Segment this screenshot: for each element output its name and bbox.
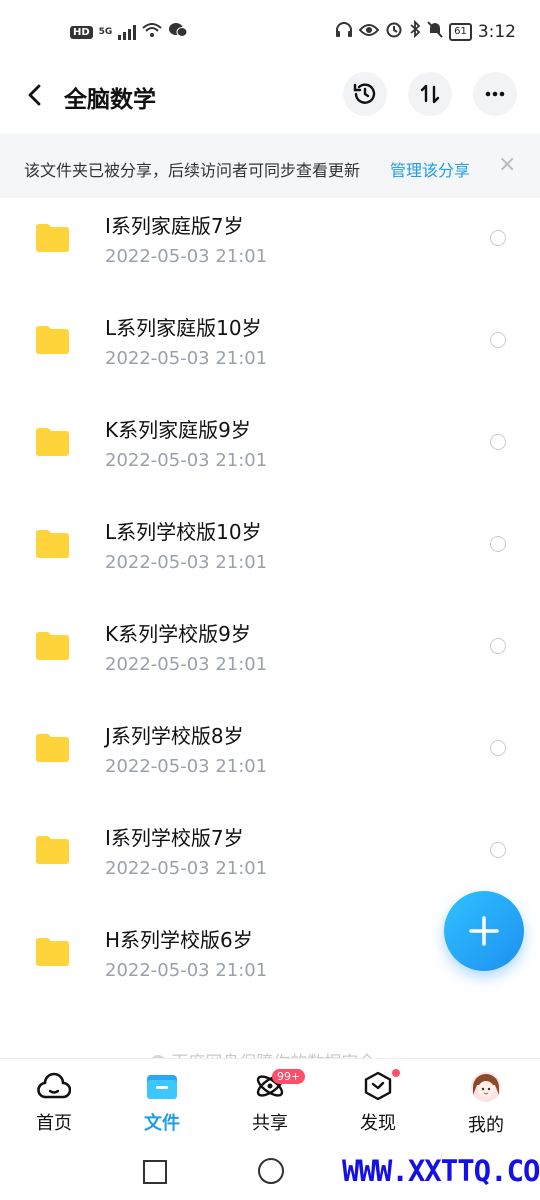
plus-icon <box>469 916 499 946</box>
file-name: J系列学校版8岁 <box>105 724 244 748</box>
tab-files[interactable]: 文件 <box>122 1071 202 1149</box>
wifi-icon <box>142 22 162 42</box>
select-checkbox[interactable] <box>490 842 506 858</box>
share-banner-text: 该文件夹已被分享，后续访问者可同步查看更新 <box>24 161 361 180</box>
notification-dot <box>392 1069 400 1077</box>
eye-icon <box>358 22 380 42</box>
system-nav-bar: WWW.XXTTQ.COM <box>0 1148 540 1200</box>
battery-icon: 61 <box>449 22 472 41</box>
file-date: 2022-05-03 21:01 <box>105 450 268 471</box>
file-name: I系列家庭版7岁 <box>105 214 244 238</box>
select-checkbox[interactable] <box>490 434 506 450</box>
file-date: 2022-05-03 21:01 <box>105 654 268 675</box>
file-name: H系列学校版6岁 <box>105 928 253 952</box>
list-item[interactable]: K系列家庭版9岁 2022-05-03 21:01 <box>0 402 540 504</box>
list-item[interactable]: I系列家庭版7岁 2022-05-03 21:01 <box>0 198 540 300</box>
tab-share[interactable]: 99+ 共享 <box>230 1069 310 1149</box>
file-date: 2022-05-03 21:01 <box>105 552 268 573</box>
file-date: 2022-05-03 21:01 <box>105 858 268 879</box>
list-item[interactable]: I系列学校版7岁 2022-05-03 21:01 <box>0 810 540 912</box>
folder-icon <box>36 428 69 456</box>
folder-icon <box>36 530 69 558</box>
tab-share-label: 共享 <box>252 1113 288 1134</box>
signal-icon <box>118 24 137 40</box>
file-name: K系列学校版9岁 <box>105 622 251 646</box>
hd-icon: HD <box>70 25 93 39</box>
history-icon <box>353 83 376 104</box>
select-checkbox[interactable] <box>490 638 506 654</box>
file-name: L系列学校版10岁 <box>105 520 262 544</box>
manage-share-link[interactable]: 管理该分享 <box>390 157 470 181</box>
status-bar: HD 5G 61 3:12 <box>0 0 540 64</box>
tab-home[interactable]: 首页 <box>14 1071 94 1149</box>
tab-me[interactable]: 我的 <box>446 1071 526 1149</box>
tab-files-label: 文件 <box>144 1113 180 1134</box>
tab-home-label: 首页 <box>36 1113 72 1134</box>
watermark-text: WWW.XXTTQ.COM <box>342 1154 540 1188</box>
folder-icon <box>36 836 69 864</box>
list-item[interactable]: K系列学校版9岁 2022-05-03 21:01 <box>0 606 540 708</box>
file-date: 2022-05-03 21:01 <box>105 960 268 981</box>
select-checkbox[interactable] <box>490 536 506 552</box>
clock-time: 3:12 <box>477 21 516 42</box>
wechat-icon <box>168 22 188 42</box>
list-item[interactable]: L系列学校版10岁 2022-05-03 21:01 <box>0 504 540 606</box>
file-list: I系列家庭版7岁 2022-05-03 21:01 L系列家庭版10岁 2022… <box>0 198 540 1014</box>
select-checkbox[interactable] <box>490 740 506 756</box>
file-name: K系列家庭版9岁 <box>105 418 251 442</box>
app-header: 全脑数学 <box>0 64 540 130</box>
list-item[interactable]: L系列家庭版10岁 2022-05-03 21:01 <box>0 300 540 402</box>
list-item[interactable]: J系列学校版8岁 2022-05-03 21:01 <box>0 708 540 810</box>
folder-icon <box>36 938 69 966</box>
folder-icon <box>147 1075 177 1099</box>
folder-icon <box>36 326 69 354</box>
bluetooth-icon <box>409 19 421 43</box>
folder-icon <box>36 632 69 660</box>
folder-icon <box>36 734 69 762</box>
network-type: 5G <box>98 27 113 37</box>
bottom-tab-bar: 首页 文件 99+ 共享 发现 我的 <box>0 1058 540 1149</box>
notification-badge: 99+ <box>272 1069 306 1084</box>
file-date: 2022-05-03 21:01 <box>105 756 268 777</box>
more-dots-icon <box>485 91 505 97</box>
sort-button[interactable] <box>408 72 452 116</box>
history-button[interactable] <box>343 72 387 116</box>
select-checkbox[interactable] <box>490 230 506 246</box>
alarm-icon <box>385 20 403 43</box>
more-button[interactable] <box>473 72 517 116</box>
discover-box-icon <box>364 1071 392 1101</box>
select-checkbox[interactable] <box>490 332 506 348</box>
file-name: I系列学校版7岁 <box>105 826 244 850</box>
tab-discover-label: 发现 <box>360 1113 396 1134</box>
file-date: 2022-05-03 21:01 <box>105 348 268 369</box>
folder-icon <box>36 224 69 252</box>
back-button[interactable] <box>18 78 52 112</box>
tab-me-label: 我的 <box>468 1115 504 1136</box>
home-button[interactable] <box>258 1158 284 1184</box>
tab-discover[interactable]: 发现 <box>338 1069 418 1149</box>
avatar <box>471 1072 501 1102</box>
chevron-left-icon <box>28 84 41 106</box>
cloud-icon <box>37 1072 71 1099</box>
sort-icon <box>420 84 440 104</box>
add-button[interactable] <box>444 891 524 971</box>
recent-apps-button[interactable] <box>143 1160 167 1184</box>
close-icon[interactable]: × <box>498 152 516 177</box>
headphones-icon <box>335 21 353 42</box>
share-banner: 该文件夹已被分享，后续访问者可同步查看更新 管理该分享 × <box>0 134 540 198</box>
file-name: L系列家庭版10岁 <box>105 316 262 340</box>
mute-bell-icon <box>427 20 443 43</box>
page-title: 全脑数学 <box>64 87 156 113</box>
file-date: 2022-05-03 21:01 <box>105 246 268 267</box>
